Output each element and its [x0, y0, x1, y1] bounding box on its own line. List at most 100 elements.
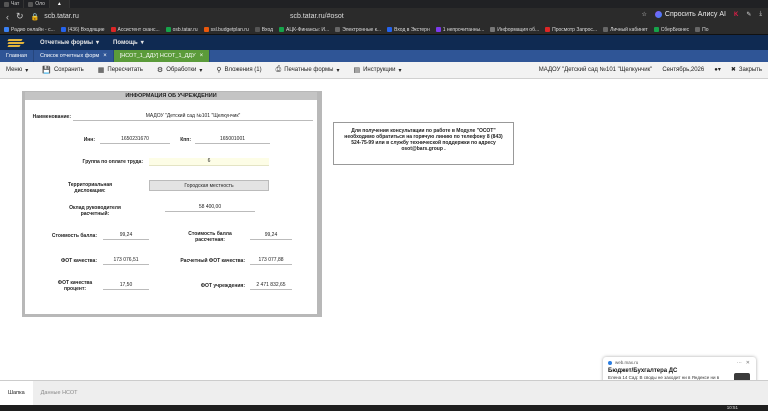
notification-title: Бюджет/Бухгалтера ДС — [608, 368, 678, 374]
chevron-down-icon: ▾ — [25, 67, 29, 74]
bookmark-favicon-icon — [545, 27, 551, 32]
territory-label: Территориальная дислокация: — [67, 182, 113, 194]
bookmark-item[interactable]: 1 непрочитанны... — [435, 27, 484, 33]
save-button[interactable]: 💾 Сохранить — [42, 66, 84, 74]
close-form-button[interactable]: ✖ Закрыть — [731, 66, 762, 74]
organization-label: МАДОУ "Детский сад №101 "Щелкунчик" — [538, 66, 653, 73]
calculator-icon: ▦ — [97, 67, 105, 74]
bookmark-item[interactable]: АЦК-Финансы: И... — [279, 27, 329, 33]
attachments-button[interactable]: ⚲ Вложения (1) — [216, 66, 261, 74]
tab-nsot-data[interactable]: Данные НСОТ — [33, 381, 86, 406]
form-content: ИНФОРМАЦИЯ ОБ УЧРЕЖДЕНИИ Наименование: М… — [0, 79, 768, 379]
clock: 10:51 — [726, 405, 738, 410]
browser-tab[interactable]: Оло — [24, 0, 50, 8]
fot-quality-calc-label: Расчетный ФОТ качества: — [180, 258, 245, 264]
bookmark-favicon-icon — [435, 27, 441, 32]
fot-quality-calc-field[interactable]: 173 077,88 — [250, 257, 292, 265]
processing-button[interactable]: ⚙ Обработки ▾ — [157, 66, 202, 74]
close-icon[interactable]: × — [200, 53, 204, 59]
recalc-button[interactable]: ▦ Пересчитать — [98, 66, 143, 74]
bottom-tabs: Шапка Данные НСОТ — [0, 380, 768, 406]
bookmark-item[interactable]: osb.tatar.ru — [165, 27, 198, 33]
bars-logo-icon — [7, 38, 26, 48]
bookmark-item[interactable]: Электронные к... — [335, 27, 381, 33]
bookmark-item[interactable]: По — [695, 27, 708, 33]
menu-report-forms[interactable]: Отчетные формы ▾ — [40, 39, 99, 47]
bookmark-item[interactable]: Вход — [254, 27, 273, 33]
bookmark-favicon-icon — [279, 27, 285, 32]
ball-cost-field[interactable]: 99,24 — [103, 232, 149, 240]
bookmark-favicon-icon — [165, 27, 171, 32]
bookmark-favicon-icon — [695, 27, 701, 32]
tab-favicon-icon — [4, 1, 9, 7]
period-label: Сентябрь,2026 — [662, 66, 705, 73]
institution-info-form: ИНФОРМАЦИЯ ОБ УЧРЕЖДЕНИИ Наименование: М… — [25, 92, 317, 314]
bookmark-item[interactable]: Информация об... — [490, 27, 539, 33]
bookmark-item[interactable]: Радио онлайн - с... — [4, 27, 55, 33]
lock-icon: 🔒 — [30, 13, 40, 21]
address-bar: ‹ ↻ 🔒 scb.tatar.ru scb.tatar.ru/#osot ☆ … — [0, 8, 768, 25]
os-taskbar: 10:51 — [0, 405, 768, 411]
head-salary-label: Оклад руководителя расчетный: — [69, 205, 121, 217]
bookmark-favicon-icon — [60, 27, 66, 32]
status-icon[interactable]: ●▾ — [714, 66, 721, 73]
more-icon[interactable]: ··· — [737, 360, 742, 366]
fot-institution-field[interactable]: 2 471 832,65 — [250, 282, 292, 290]
browser-tab[interactable]: Чат — [0, 0, 25, 8]
territory-select[interactable]: Городская местность — [149, 180, 269, 191]
tab-favicon-icon — [28, 1, 34, 7]
kpp-field[interactable]: 165001001 — [195, 136, 270, 144]
browser-tabstrip: Чат Оло ▲ — [0, 0, 768, 8]
fot-institution-label: ФОТ учреждения: — [200, 283, 245, 289]
tab-report-forms-list[interactable]: Список отчетных форм × — [34, 50, 114, 62]
alice-button[interactable]: Спросить Алису AI — [654, 11, 726, 18]
fot-quality-label: ФОТ качества: — [60, 258, 97, 264]
close-icon[interactable]: × — [103, 53, 107, 59]
source-icon — [608, 360, 612, 365]
bookmark-item[interactable]: Ассистент сканс... — [110, 27, 160, 33]
chevron-down-icon: ▾ — [140, 40, 144, 46]
app-header: Отчетные формы ▾ Помощь ▾ — [0, 35, 768, 50]
bookmark-star-icon[interactable]: ☆ — [642, 11, 647, 18]
download-icon[interactable]: ⤓ — [759, 11, 762, 18]
pay-group-field[interactable]: 6 — [149, 158, 269, 166]
support-info-box: Для получения консультации по работе в М… — [333, 122, 514, 165]
reload-icon[interactable]: ↻ — [16, 11, 24, 22]
fot-quality-field[interactable]: 173 076,51 — [103, 257, 149, 265]
close-icon[interactable]: ✕ — [746, 360, 750, 366]
fot-percent-field[interactable]: 17,50 — [103, 282, 149, 290]
instructions-button[interactable]: ▤ Инструкции ▾ — [353, 66, 401, 74]
tab-header[interactable]: Шапка — [0, 381, 33, 406]
print-forms-button[interactable]: ⎙ Печатные формы ▾ — [276, 66, 340, 74]
form-toolbar: Меню ▾ 💾 Сохранить ▦ Пересчитать ⚙ Обработки… — [0, 62, 768, 79]
bookmark-favicon-icon — [335, 27, 341, 32]
browser-tab-active[interactable]: ▲ — [49, 0, 70, 8]
url-field[interactable]: 🔒 scb.tatar.ru — [31, 13, 79, 21]
bookmark-item[interactable]: (436) Входящие — [60, 27, 105, 33]
ball-cost-label: Стоимость балла: — [51, 233, 97, 239]
bookmark-item[interactable]: Вход в Экстерн — [387, 27, 430, 33]
name-field[interactable]: МАДОУ "Детский сад №101 "Щелкунчик" — [73, 113, 313, 121]
bookmark-item[interactable]: Личный кабинет — [603, 27, 648, 33]
bookmark-item[interactable]: СберБизнес — [653, 27, 689, 33]
page-title: scb.tatar.ru/#osot — [290, 13, 344, 20]
form-title: ИНФОРМАЦИЯ ОБ УЧРЕЖДЕНИИ — [25, 92, 317, 100]
gear-icon: ⚙ — [156, 67, 164, 74]
back-icon[interactable]: ‹ — [6, 12, 9, 22]
tab-main[interactable]: Главная — [0, 50, 34, 62]
paperclip-icon: ⚲ — [216, 67, 222, 74]
menu-help[interactable]: Помощь ▾ — [113, 39, 144, 47]
pin-icon[interactable]: ✎ — [746, 11, 751, 18]
bookmark-favicon-icon — [4, 27, 9, 32]
extension-icon[interactable]: K — [734, 12, 738, 18]
bookmark-item[interactable]: Просмотр Запрос... — [545, 27, 597, 33]
bookmark-item[interactable]: ssl.budgetplan.ru — [203, 27, 249, 33]
head-salary-field[interactable]: 58 400,00 — [165, 204, 255, 212]
ball-calc-field[interactable]: 99,24 — [250, 232, 292, 240]
bookmarks-bar: Радио онлайн - с... (436) Входящие Ассисте… — [0, 25, 768, 35]
menu-button[interactable]: Меню ▾ — [6, 67, 28, 74]
chevron-down-icon: ▾ — [336, 67, 340, 74]
fot-percent-label: ФОТ качества процент: — [57, 280, 93, 292]
tab-nsot-form[interactable]: [НСОТ_1_ДДУ] НСОТ_1_ДДУ × — [113, 50, 211, 62]
up-arrow-icon: ▲ — [56, 1, 62, 7]
